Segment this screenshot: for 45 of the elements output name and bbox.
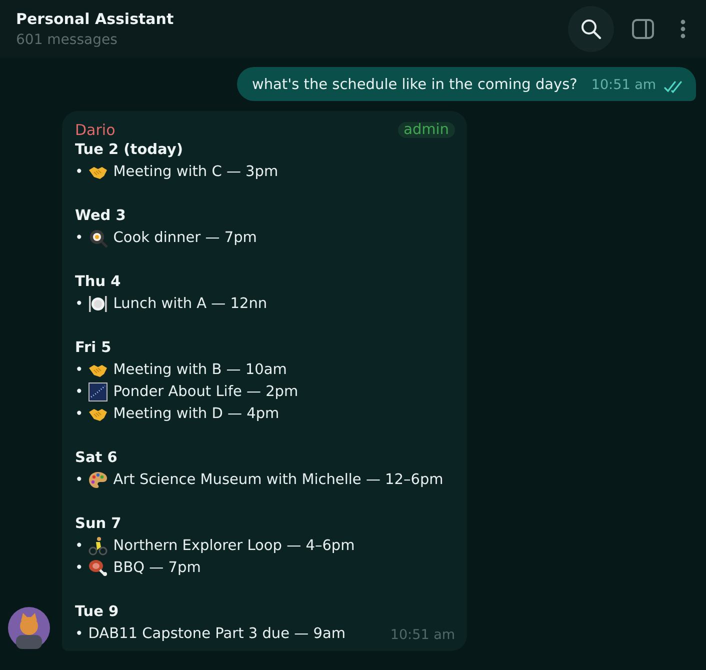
plate-cutlery-icon <box>88 294 108 314</box>
more-icon <box>680 19 686 39</box>
bullet: • <box>75 560 84 576</box>
event-text: Art Science Museum with Michelle — 12–6pm <box>113 472 444 488</box>
message-count: 601 messages <box>16 32 118 48</box>
event-text: DAB11 Capstone Part 3 due — 9am <box>88 626 346 642</box>
search-button[interactable] <box>568 6 614 52</box>
event-text: Cook dinner — 7pm <box>113 230 257 246</box>
bullet: • <box>75 296 84 312</box>
day-heading: Wed 3 <box>75 207 127 226</box>
bullet: • <box>75 384 84 400</box>
search-icon <box>580 18 602 40</box>
bullet: • <box>75 406 84 422</box>
meat-on-bone-icon <box>88 558 108 578</box>
night-sky-icon <box>88 382 108 402</box>
event-text: BBQ — 7pm <box>113 560 201 576</box>
event-text: Northern Explorer Loop — 4–6pm <box>113 538 355 554</box>
day-heading: Thu 4 <box>75 273 122 292</box>
day-heading: Sun 7 <box>75 515 122 534</box>
event-text: Lunch with A — 12nn <box>113 296 268 312</box>
admin-badge: admin <box>398 122 455 138</box>
palette-icon <box>88 470 108 490</box>
bullet: • <box>75 362 84 378</box>
chat-title: Personal Assistant <box>16 10 174 28</box>
message-time: 10:51 am <box>390 627 455 643</box>
day-heading: Tue 9 <box>75 603 120 622</box>
event-text: Meeting with B — 10am <box>113 362 287 378</box>
bullet: • <box>75 164 84 180</box>
message-text: what's the schedule like in the coming days? <box>252 77 578 93</box>
bullet: • <box>75 538 84 554</box>
cyclist-icon <box>88 536 108 556</box>
frying-pan-icon <box>88 228 108 248</box>
bullet: • <box>75 626 84 642</box>
sender-name: Dario <box>75 121 116 139</box>
day-heading: Fri 5 <box>75 339 112 358</box>
event-text: Meeting with D — 4pm <box>113 406 280 422</box>
bullet: • <box>75 472 84 488</box>
bullet: • <box>75 230 84 246</box>
day-heading: Tue 2 (today) <box>75 141 184 160</box>
day-heading: Sat 6 <box>75 449 118 468</box>
avatar <box>8 607 50 649</box>
event-text: Meeting with C — 3pm <box>113 164 278 180</box>
event-text: Ponder About Life — 2pm <box>113 384 298 400</box>
side-panel-icon <box>632 19 654 39</box>
message-time: 10:51 am <box>591 77 656 93</box>
